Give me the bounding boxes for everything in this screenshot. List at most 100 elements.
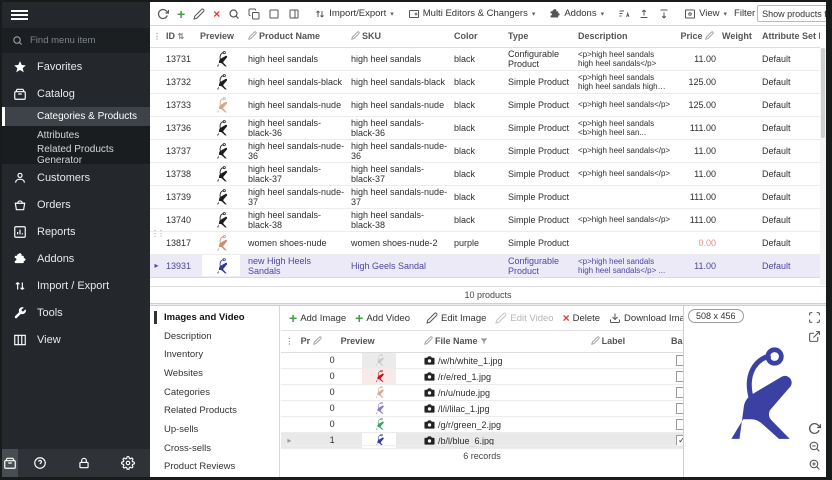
product-name-cell[interactable]: women shoes-nude — [245, 231, 348, 254]
file-name-cell[interactable]: /r/e/red_1.jpg — [421, 368, 588, 384]
column-header-description[interactable]: Description — [575, 26, 674, 47]
column-header-id[interactable]: ID ⇅ — [163, 26, 197, 47]
price-cell[interactable]: 125.00 — [674, 93, 719, 116]
sku-cell[interactable]: high heel sandals-nude — [348, 93, 451, 116]
label-cell[interactable] — [588, 416, 655, 432]
edit-video-button[interactable]: Edit Video — [492, 310, 556, 326]
tab-product-reviews[interactable]: Product Reviews — [150, 458, 279, 477]
paste-special-button[interactable] — [285, 6, 303, 22]
lock-button[interactable] — [62, 449, 106, 477]
add-image-button[interactable]: +Add Image — [286, 311, 349, 326]
price-cell[interactable]: 11.00 — [674, 47, 719, 70]
refresh-button[interactable] — [154, 6, 172, 22]
price-cell[interactable]: 111.00 — [674, 116, 719, 139]
column-header-file-name[interactable]: File Name — [421, 331, 588, 352]
column-header-preview[interactable]: Preview — [338, 331, 421, 352]
hamburger-menu-icon[interactable] — [11, 8, 28, 22]
column-header-color[interactable]: Color — [451, 26, 505, 47]
product-row[interactable]: 13738high heel sandals-black-37high heel… — [150, 162, 820, 185]
product-row[interactable]: 13739high heel sandals-nude-37high heel … — [150, 185, 820, 208]
column-header-label[interactable]: Label — [588, 331, 655, 352]
sidebar-item-favorites[interactable]: Favorites — [2, 53, 150, 80]
tab-up-sells[interactable]: Up-sells — [150, 420, 279, 439]
sku-cell[interactable]: high heel sandals-black-36 — [348, 116, 451, 139]
file-name-cell[interactable]: /n/u/nude.jpg — [421, 384, 588, 400]
tab-inventory[interactable]: Inventory — [150, 345, 279, 364]
panel-splitter-handle[interactable]: ⋮⋮ — [151, 231, 163, 236]
column-header-attribute-set-name[interactable]: Attribute Set Name — [759, 26, 820, 47]
archive-button[interactable] — [2, 449, 18, 477]
column-header-pr[interactable]: Pr — [298, 331, 338, 352]
product-row[interactable]: 13740high heel sandals-black-38high heel… — [150, 208, 820, 231]
tab-websites[interactable]: Websites — [150, 364, 279, 383]
price-cell[interactable]: 125.00 — [674, 70, 719, 93]
file-name-cell[interactable]: /w/h/white_1.jpg — [421, 352, 588, 368]
sidebar-item-categories-products[interactable]: Categories & Products — [2, 107, 150, 126]
column-header-product-name[interactable]: Product Name — [245, 26, 348, 47]
sidebar-item-addons[interactable]: Addons — [2, 245, 150, 272]
product-name-cell[interactable]: high heel sandals-black-38 — [245, 208, 348, 231]
sidebar-item-related-products-generator[interactable]: Related Products Generator — [2, 145, 150, 164]
product-row[interactable]: 13732high heel sandals-blackhigh heel sa… — [150, 70, 820, 93]
help-button[interactable] — [18, 449, 62, 477]
price-cell[interactable]: 11.00 — [674, 254, 719, 277]
tab-images-and-video[interactable]: Images and Video — [150, 308, 279, 327]
fullscreen-icon[interactable] — [808, 311, 821, 324]
rotate-refresh-icon[interactable] — [808, 422, 821, 435]
add-product-button[interactable]: + — [174, 7, 188, 21]
product-row[interactable]: 13817women shoes-nudewomen shoes-nude-2p… — [150, 231, 820, 254]
tab-description[interactable]: Description — [150, 327, 279, 346]
product-name-cell[interactable]: high heel sandals-black — [245, 70, 348, 93]
product-row[interactable]: 13736high heel sandals-black-36high heel… — [150, 116, 820, 139]
file-name-cell[interactable]: /l/i/lilac_1.jpg — [421, 400, 588, 416]
tab-related-products[interactable]: Related Products — [150, 401, 279, 420]
sidebar-item-attributes[interactable]: Attributes — [2, 126, 150, 145]
sidebar-item-orders[interactable]: Orders — [2, 191, 150, 218]
select-button[interactable] — [265, 6, 283, 22]
column-header-type[interactable]: Type — [505, 26, 575, 47]
import-export-dropdown[interactable]: Import/Export ▾ — [311, 6, 397, 22]
grid-corner-menu[interactable]: ⋮ — [150, 26, 163, 47]
multi-editors-dropdown[interactable]: Multi Editors & Changers ▾ — [405, 6, 539, 22]
price-cell[interactable]: 0.00 — [674, 231, 719, 254]
product-row[interactable]: 13737high heel sandals-nude-36high heel … — [150, 139, 820, 162]
column-header-sku[interactable]: SKU — [348, 26, 451, 47]
tab-categories[interactable]: Categories — [150, 383, 279, 402]
product-name-cell[interactable]: high heel sandals-nude-36 — [245, 139, 348, 162]
column-header-price[interactable]: Price — [674, 26, 719, 47]
sidebar-item-reports[interactable]: Reports — [2, 218, 150, 245]
edit-image-button[interactable]: Edit Image — [423, 310, 489, 326]
product-row[interactable]: ▸13931new High Heels SandalsHigh Geels S… — [150, 254, 820, 277]
vertical-scrollbar[interactable] — [820, 48, 826, 285]
label-cell[interactable] — [588, 384, 655, 400]
menu-search-input[interactable]: Find menu item — [2, 28, 150, 53]
position-cell[interactable]: 0 — [298, 416, 338, 432]
sku-cell[interactable]: women shoes-nude-2 — [348, 231, 451, 254]
sku-cell[interactable]: high heel sandals-black — [348, 70, 451, 93]
sidebar-item-import-export[interactable]: Import / Export — [2, 272, 150, 299]
open-external-icon[interactable] — [808, 330, 821, 343]
position-cell[interactable]: 0 — [298, 384, 338, 400]
sku-cell[interactable]: high heel sandals-black-37 — [348, 162, 451, 185]
product-name-cell[interactable]: high heel sandals-black-36 — [245, 116, 348, 139]
sku-cell[interactable]: high heel sandals-nude-36 — [348, 139, 451, 162]
product-name-cell[interactable]: high heel sandals-nude-37 — [245, 185, 348, 208]
zoom-in-icon[interactable] — [808, 458, 821, 471]
sku-cell[interactable]: high heel sandals-nude-37 — [348, 185, 451, 208]
file-name-cell[interactable]: /g/r/green_2.jpg — [421, 416, 588, 432]
add-video-button[interactable]: +Add Video — [352, 311, 413, 326]
copy-button[interactable] — [245, 6, 263, 22]
search-products-button[interactable] — [225, 6, 243, 22]
delete-button[interactable]: ×Delete — [560, 311, 603, 326]
product-name-cell[interactable]: new High Heels Sandals — [245, 254, 348, 277]
position-cell[interactable]: 0 — [298, 368, 338, 384]
collapse-all-button[interactable] — [655, 6, 673, 22]
product-row[interactable]: 13733high heel sandals-nudehigh heel san… — [150, 93, 820, 116]
grid-corner-menu[interactable]: ⋮ — [281, 331, 298, 352]
delete-product-button[interactable]: × — [210, 7, 223, 21]
sidebar-item-tools[interactable]: Tools — [2, 299, 150, 326]
product-name-cell[interactable]: high heel sandals — [245, 47, 348, 70]
position-cell[interactable]: 0 — [298, 400, 338, 416]
product-name-cell[interactable]: high heel sandals-black-37 — [245, 162, 348, 185]
sort-az-button[interactable] — [615, 6, 633, 22]
